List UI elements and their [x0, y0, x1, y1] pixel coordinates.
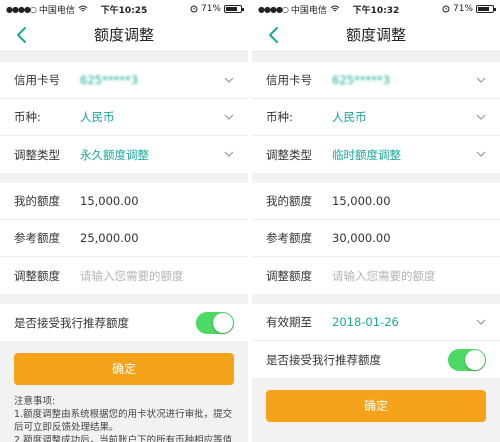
nav-bar: 额度调整 [252, 18, 500, 52]
adjust-type-label: 调整类型 [266, 147, 312, 162]
card-number-row[interactable]: 信用卡号 625*****3 [0, 62, 248, 99]
limit-group: 我的额度 15,000.00 参考额度 30,000.00 调整额度 请输入您需… [252, 183, 500, 294]
currency-row[interactable]: 币种: 人民币 [0, 99, 248, 136]
adjust-limit-input[interactable]: 请输入您需要的额度 [80, 268, 184, 284]
chevron-down-icon[interactable] [476, 318, 486, 326]
ref-limit-row: 参考额度 25,000.00 [0, 220, 248, 257]
adjust-type-value: 临时额度调整 [332, 147, 401, 162]
battery-icon [224, 5, 244, 13]
my-limit-label: 我的额度 [266, 194, 312, 208]
accept-recommend-label: 是否接受我行推荐额度 [266, 352, 381, 367]
left-screen: ●●●●○ 中国电信 下午10:25 71% 额度调整 信用卡号 625****… [0, 0, 248, 442]
battery-icon [476, 5, 496, 13]
limit-group: 我的额度 15,000.00 参考额度 25,000.00 调整额度 请输入您需… [0, 183, 248, 294]
my-limit-row: 我的额度 15,000.00 [252, 183, 500, 220]
chevron-down-icon[interactable] [476, 113, 486, 121]
adjust-type-value: 永久额度调整 [80, 147, 149, 162]
recommend-group: 是否接受我行推荐额度 [0, 304, 248, 341]
status-time: 下午10:25 [100, 5, 148, 16]
ref-limit-label: 参考额度 [14, 231, 60, 245]
status-bar: ●●●●○ 中国电信 下午10:25 71% [0, 0, 248, 18]
my-limit-label: 我的额度 [14, 194, 60, 208]
adjust-limit-row[interactable]: 调整额度 请输入您需要的额度 [0, 257, 248, 294]
chevron-down-icon[interactable] [224, 76, 234, 84]
chevron-down-icon[interactable] [224, 150, 234, 158]
card-info-group: 信用卡号 625*****3 币种: 人民币 调整类型 临时额度调整 [252, 62, 500, 173]
status-time: 下午10:32 [352, 5, 400, 16]
adjust-limit-label: 调整额度 [266, 268, 312, 283]
card-number-label: 信用卡号 [266, 73, 312, 87]
accept-recommend-row: 是否接受我行推荐额度 [252, 341, 500, 378]
card-number-row[interactable]: 信用卡号 625*****3 [252, 62, 500, 99]
currency-value: 人民币 [332, 110, 367, 124]
card-number-value: 625*****3 [332, 73, 391, 87]
adjust-type-label: 调整类型 [14, 147, 60, 162]
chevron-left-icon[interactable] [12, 25, 32, 45]
toggle-knob [465, 349, 485, 370]
card-info-group: 信用卡号 625*****3 币种: 人民币 调整类型 永久额度调整 [0, 62, 248, 173]
notes-title: 注意事项: [14, 396, 56, 407]
page-title: 额度调整 [345, 26, 406, 44]
adjust-limit-input[interactable]: 请输入您需要的额度 [332, 268, 436, 284]
currency-label: 币种: [14, 110, 41, 124]
adjust-limit-row[interactable]: 调整额度 请输入您需要的额度 [252, 257, 500, 294]
currency-row[interactable]: 币种: 人民币 [252, 99, 500, 136]
page-title: 额度调整 [93, 26, 154, 44]
expiry-label: 有效期至 [266, 315, 312, 329]
adjust-limit-label: 调整额度 [14, 268, 60, 283]
accept-recommend-label: 是否接受我行推荐额度 [14, 315, 129, 330]
card-number-label: 信用卡号 [14, 73, 60, 87]
currency-label: 币种: [266, 110, 293, 124]
notes-line-2: 2.额度调整成功后，当前账户下的所有币种相应等值调整。 [14, 435, 233, 442]
ref-limit-row: 参考额度 30,000.00 [252, 220, 500, 257]
chevron-down-icon[interactable] [476, 150, 486, 158]
notes-line-1: 1.额度调整由系统根据您的用卡状况进行审批，提交后可立即反馈处理结果。 [14, 409, 233, 433]
ref-limit-value: 25,000.00 [80, 231, 139, 245]
currency-value: 人民币 [80, 110, 115, 124]
expiry-group: 有效期至 2018-01-26 是否接受我行推荐额度 [252, 304, 500, 378]
accept-recommend-toggle[interactable] [448, 348, 486, 371]
right-screen: ●●●●○ 中国电信 下午10:32 71% 额度调整 信用卡号 625****… [252, 0, 500, 442]
my-limit-value: 15,000.00 [332, 194, 391, 208]
ref-limit-label: 参考额度 [266, 231, 312, 245]
nav-bar: 额度调整 [0, 18, 248, 52]
card-number-value: 625*****3 [80, 73, 139, 87]
adjust-type-row[interactable]: 调整类型 临时额度调整 [252, 136, 500, 173]
expiry-value: 2018-01-26 [332, 315, 399, 329]
accept-recommend-toggle[interactable] [196, 311, 234, 334]
my-limit-value: 15,000.00 [80, 194, 139, 208]
chevron-down-icon[interactable] [476, 76, 486, 84]
accept-recommend-row: 是否接受我行推荐额度 [0, 304, 248, 341]
notes: 注意事项: 1.额度调整由系统根据您的用卡状况进行审批，提交后可立即反馈处理结果… [0, 385, 248, 442]
confirm-button[interactable]: 确定 [266, 390, 486, 422]
chevron-down-icon[interactable] [224, 113, 234, 121]
adjust-type-row[interactable]: 调整类型 永久额度调整 [0, 136, 248, 173]
ref-limit-value: 30,000.00 [332, 231, 391, 245]
chevron-left-icon[interactable] [264, 25, 284, 45]
my-limit-row: 我的额度 15,000.00 [0, 183, 248, 220]
status-bar: ●●●●○ 中国电信 下午10:32 71% [252, 0, 500, 18]
toggle-knob [213, 312, 233, 333]
confirm-button[interactable]: 确定 [14, 353, 234, 385]
expiry-row[interactable]: 有效期至 2018-01-26 [252, 304, 500, 341]
